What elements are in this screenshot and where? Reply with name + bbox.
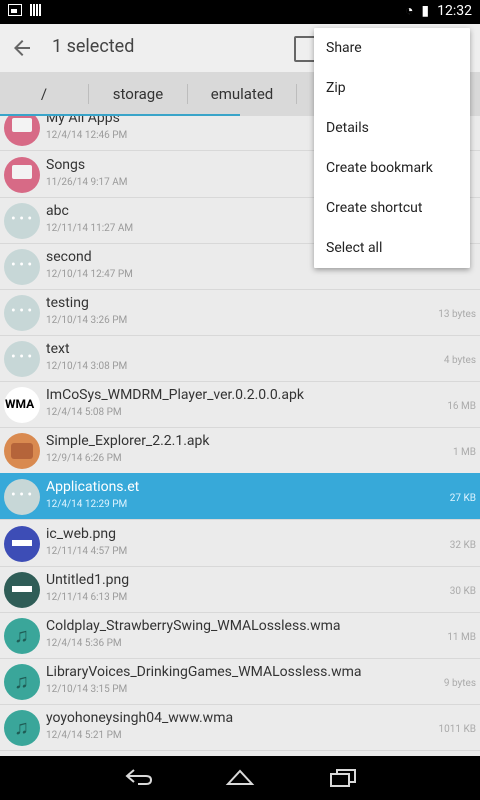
path-tab-emulated[interactable]: emulated <box>188 72 296 116</box>
wma-icon <box>4 387 40 423</box>
selection-count: 1 selected <box>52 36 135 57</box>
file-row[interactable]: ImCoSys_WMDRM_Player_ver.0.2.0.0.apk 12/… <box>0 381 480 428</box>
file-icon <box>4 479 40 515</box>
menu-item-share[interactable]: Share <box>314 28 470 68</box>
folder-icon <box>4 116 40 146</box>
file-date: 12/4/14 5:08 PM <box>46 407 122 418</box>
file-date: 12/4/14 5:36 PM <box>46 638 122 649</box>
nav-back-icon[interactable] <box>124 768 154 786</box>
battery-icon: ▮ <box>421 2 430 19</box>
file-date: 12/4/14 12:29 PM <box>46 499 128 510</box>
file-size: 1011 KB <box>438 724 476 735</box>
file-date: 12/11/14 6:13 PM <box>46 592 128 603</box>
menu-item-select-all[interactable]: Select all <box>314 228 470 268</box>
file-date: 12/10/14 3:26 PM <box>46 315 128 326</box>
apk-icon <box>4 433 40 469</box>
file-name: My All Apps <box>46 116 120 126</box>
clock: 12:32 <box>437 2 472 19</box>
nav-home-icon[interactable] <box>225 768 255 786</box>
file-row[interactable]: LibraryVoices_DrinkingGames_WMALossless.… <box>0 658 480 705</box>
file-name: Applications.et <box>46 479 140 495</box>
overflow-menu: Share Zip Details Create bookmark Create… <box>314 28 470 268</box>
file-date: 12/4/14 12:46 PM <box>46 130 128 141</box>
file-icon <box>4 295 40 331</box>
menu-item-create-shortcut[interactable]: Create shortcut <box>314 188 470 228</box>
file-size: 4 bytes <box>443 355 476 366</box>
file-date: 11/26/14 9:17 AM <box>46 177 128 188</box>
file-name: text <box>46 341 70 357</box>
file-row[interactable]: Simple_Explorer_2.2.1.apk 12/9/14 6:26 P… <box>0 427 480 474</box>
navigation-bar <box>0 756 480 800</box>
file-row-selected[interactable]: Applications.et 12/4/14 12:29 PM 27 KB <box>0 473 480 520</box>
menu-item-create-bookmark[interactable]: Create bookmark <box>314 148 470 188</box>
file-name: LibraryVoices_DrinkingGames_WMALossless.… <box>46 664 362 680</box>
file-name: Coldplay_StrawberrySwing_WMALossless.wma <box>46 618 341 634</box>
file-size: 30 KB <box>449 586 476 597</box>
barcode-notification-icon <box>30 4 41 16</box>
file-size: 9 bytes <box>443 678 476 689</box>
file-row[interactable]: Coldplay_StrawberrySwing_WMALossless.wma… <box>0 612 480 659</box>
path-divider <box>296 84 297 104</box>
path-tab-root[interactable]: / <box>0 72 88 116</box>
file-name: ImCoSys_WMDRM_Player_ver.0.2.0.0.apk <box>46 387 304 403</box>
music-icon <box>4 618 40 654</box>
menu-item-zip[interactable]: Zip <box>314 68 470 108</box>
file-name: Untitled1.png <box>46 572 130 588</box>
wifi-icon: ◔ <box>404 3 414 19</box>
file-name: yoyohoneysingh04_www.wma <box>46 710 234 726</box>
file-date: 12/9/14 6:26 PM <box>46 453 122 464</box>
file-name: abc <box>46 203 69 219</box>
file-icon <box>4 249 40 285</box>
back-arrow-icon[interactable] <box>10 36 34 60</box>
file-name: ic_web.png <box>46 526 116 542</box>
status-bar: ◔ ▮ 12:32 <box>0 0 480 24</box>
file-size: 11 MB <box>447 632 476 643</box>
file-row[interactable]: ic_web.png 12/11/14 4:57 PM 32 KB <box>0 520 480 567</box>
menu-item-details[interactable]: Details <box>314 108 470 148</box>
status-right: ◔ ▮ 12:32 <box>404 2 472 20</box>
nav-recents-icon[interactable] <box>329 768 357 788</box>
file-name: second <box>46 249 92 265</box>
image-icon <box>4 526 40 562</box>
file-name: Songs <box>46 157 86 173</box>
gallery-notification-icon <box>8 4 22 16</box>
file-date: 12/11/14 11:27 AM <box>46 223 134 234</box>
path-tab-storage[interactable]: storage <box>89 72 187 116</box>
file-size: 32 KB <box>449 540 476 551</box>
status-left-icons <box>8 4 41 16</box>
file-row[interactable]: testing 12/10/14 3:26 PM 13 bytes <box>0 289 480 336</box>
file-date: 12/10/14 12:47 PM <box>46 269 133 280</box>
file-name: Simple_Explorer_2.2.1.apk <box>46 433 210 449</box>
file-size: 1 MB <box>452 447 476 458</box>
file-name: testing <box>46 295 89 311</box>
file-size: 13 bytes <box>438 309 476 320</box>
file-size: 16 MB <box>447 401 476 412</box>
file-date: 12/4/14 5:21 PM <box>46 730 122 741</box>
music-icon <box>4 664 40 700</box>
file-row[interactable]: text 12/10/14 3:08 PM 4 bytes <box>0 335 480 382</box>
folder-icon <box>4 157 40 193</box>
file-icon <box>4 341 40 377</box>
file-icon <box>4 203 40 239</box>
music-icon <box>4 710 40 746</box>
file-size: 27 KB <box>449 493 476 504</box>
file-row[interactable]: yoyohoneysingh04_www.wma 12/4/14 5:21 PM… <box>0 704 480 751</box>
file-row[interactable]: Untitled1.png 12/11/14 6:13 PM 30 KB <box>0 566 480 613</box>
file-date: 12/11/14 4:57 PM <box>46 546 128 557</box>
file-date: 12/10/14 3:08 PM <box>46 361 128 372</box>
file-date: 12/10/14 3:15 PM <box>46 684 128 695</box>
image-icon <box>4 572 40 608</box>
